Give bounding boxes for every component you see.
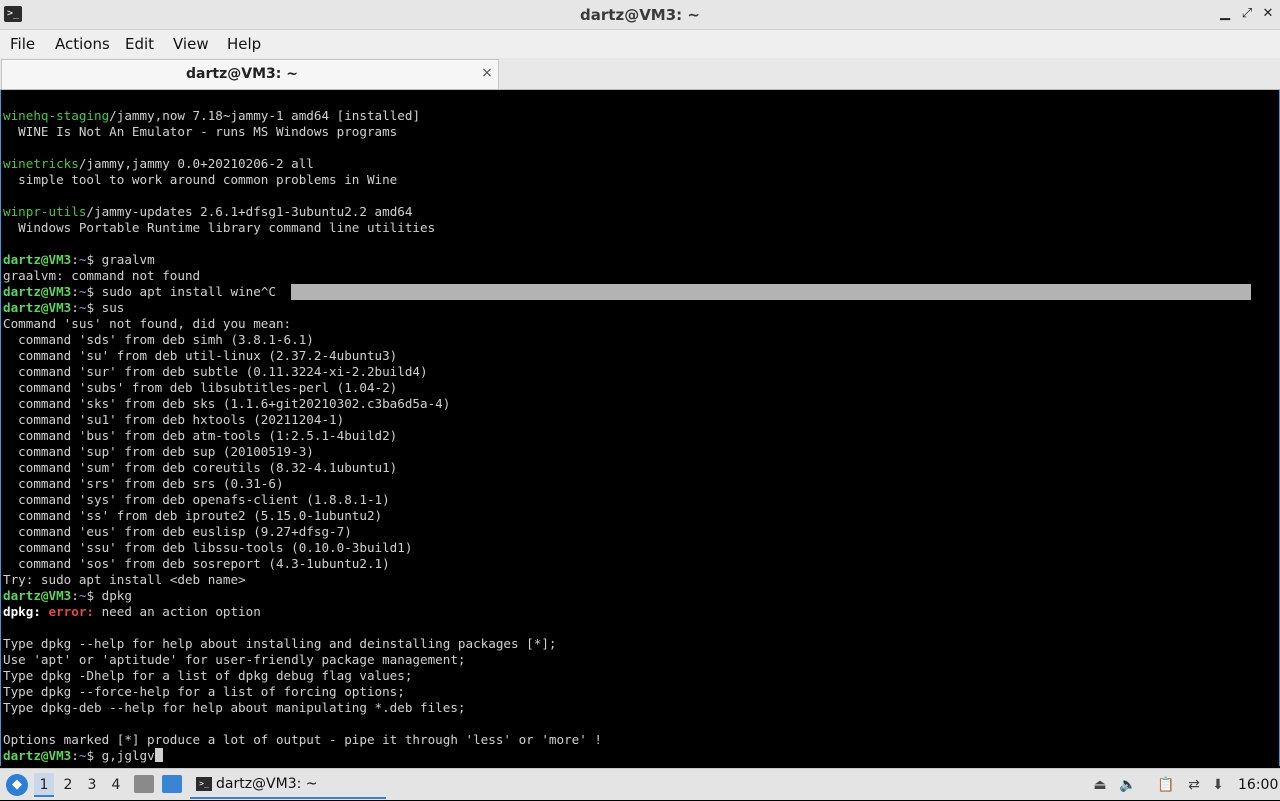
terminal-prompt-line: dartz@VM3:~$ sus <box>3 300 125 315</box>
lxqt-start-icon[interactable]: ◆ <box>6 774 28 796</box>
title-bar: >_ dartz@VM3: ~ ▁ ⤢ ✕ <box>0 0 1280 30</box>
taskbar: ◆ 1 2 3 4 >_ dartz@VM3: ~ ⏏ 🔈 📋 ⇄ ⬇ 16:0… <box>0 768 1280 800</box>
taskbar-task-terminal[interactable]: >_ dartz@VM3: ~ <box>190 771 386 799</box>
terminal-line: command 'ssu' from deb libssu-tools (0.1… <box>3 540 413 555</box>
menu-actions[interactable]: Actions <box>55 30 110 58</box>
show-desktop-icon[interactable] <box>162 775 182 793</box>
terminal-prompt-line: dartz@VM3:~$ sudo apt install wine^C <box>3 284 276 299</box>
clipboard-icon[interactable]: 📋 <box>1156 775 1176 795</box>
menu-edit[interactable]: Edit <box>125 30 154 58</box>
terminal-prompt-line: dartz@VM3:~$ graalvm <box>3 252 155 267</box>
update-icon[interactable]: ⬇ <box>1208 775 1228 795</box>
terminal-line: Command 'sus' not found, did you mean: <box>3 316 292 331</box>
terminal-line: command 'su' from deb util-linux (2.37.2… <box>3 348 398 363</box>
tab-bar: dartz@VM3: ~ × <box>0 58 1280 90</box>
terminal-line: winetricks/jammy,jammy 0.0+20210206-2 al… <box>3 156 314 171</box>
clock[interactable]: 16:00 <box>1238 769 1278 801</box>
close-button[interactable]: ✕ <box>1259 5 1277 23</box>
terminal-line: Type dpkg --force-help for a list of for… <box>3 684 405 699</box>
workspace-1[interactable]: 1 <box>34 773 54 797</box>
terminal-line: command 'ss' from deb iproute2 (5.15.0-1… <box>3 508 383 523</box>
terminal-output[interactable]: winehq-staging/jammy,now 7.18~jammy-1 am… <box>0 90 1280 766</box>
terminal-line: Try: sudo apt install <deb name> <box>3 572 246 587</box>
terminal-line: graalvm: command not found <box>3 268 201 283</box>
terminal-prompt-line: dartz@VM3:~$ dpkg <box>3 588 132 603</box>
terminal-line: command 'sks' from deb sks (1.1.6+git202… <box>3 396 451 411</box>
terminal-line: Type dpkg -Dhelp for a list of dpkg debu… <box>3 668 413 683</box>
file-manager-icon[interactable] <box>134 775 154 793</box>
tab-label: dartz@VM3: ~ <box>186 66 298 82</box>
terminal-line: command 'srs' from deb srs (0.31-6) <box>3 476 284 491</box>
workspace-2[interactable]: 2 <box>58 773 78 797</box>
terminal-line: command 'subs' from deb libsubtitles-per… <box>3 380 398 395</box>
terminal-line: command 'su1' from deb hxtools (20211204… <box>3 412 345 427</box>
terminal-line: Type dpkg --help for help about installi… <box>3 636 557 651</box>
terminal-line: command 'sys' from deb openafs-client (1… <box>3 492 390 507</box>
menu-bar: File Actions Edit View Help <box>0 30 1280 58</box>
eject-icon[interactable]: ⏏ <box>1090 775 1110 795</box>
terminal-line: simple tool to work around common proble… <box>3 172 398 187</box>
terminal-line: command 'sur' from deb subtle (0.11.3224… <box>3 364 428 379</box>
window-title: dartz@VM3: ~ <box>580 6 700 24</box>
terminal-error-line: dpkg: error: need an action option <box>3 604 261 619</box>
task-label: dartz@VM3: ~ <box>216 776 318 792</box>
network-icon[interactable]: ⇄ <box>1184 775 1204 795</box>
terminal-input-line[interactable]: dartz@VM3:~$ g,jglgv <box>3 748 163 764</box>
terminal-line: command 'sds' from deb simh (3.8.1-6.1) <box>3 332 314 347</box>
terminal-line: WINE Is Not An Emulator - runs MS Window… <box>3 124 398 139</box>
terminal-line: command 'sup' from deb sup (20100519-3) <box>3 444 314 459</box>
menu-file[interactable]: File <box>10 30 35 58</box>
volume-icon[interactable]: 🔈 <box>1118 775 1138 795</box>
terminal-line: winehq-staging/jammy,now 7.18~jammy-1 am… <box>3 108 421 123</box>
minimize-button[interactable]: ▁ <box>1216 5 1234 23</box>
menu-help[interactable]: Help <box>227 30 261 58</box>
tab-close-icon[interactable]: × <box>480 64 494 82</box>
terminal-tab[interactable]: dartz@VM3: ~ × <box>1 59 499 89</box>
workspace-4[interactable]: 4 <box>106 773 126 797</box>
terminal-line: Use 'apt' or 'aptitude' for user-friendl… <box>3 652 466 667</box>
terminal-line: Windows Portable Runtime library command… <box>3 220 436 235</box>
text-cursor <box>154 748 163 762</box>
terminal-line: command 'sum' from deb coreutils (8.32-4… <box>3 460 398 475</box>
menu-view[interactable]: View <box>173 30 209 58</box>
terminal-line: command 'sos' from deb sosreport (4.3-1u… <box>3 556 390 571</box>
terminal-line: Type dpkg-deb --help for help about mani… <box>3 700 466 715</box>
terminal-line: command 'bus' from deb atm-tools (1:2.5.… <box>3 428 398 443</box>
maximize-button[interactable]: ⤢ <box>1238 5 1256 23</box>
terminal-icon: >_ <box>196 777 212 791</box>
terminal-line: command 'eus' from deb euslisp (9.27+dfs… <box>3 524 352 539</box>
terminal-line: winpr-utils/jammy-updates 2.6.1+dfsg1-3u… <box>3 204 413 219</box>
selection-highlight <box>291 284 1251 300</box>
workspace-3[interactable]: 3 <box>82 773 102 797</box>
terminal-line: Options marked [*] produce a lot of outp… <box>3 732 602 747</box>
